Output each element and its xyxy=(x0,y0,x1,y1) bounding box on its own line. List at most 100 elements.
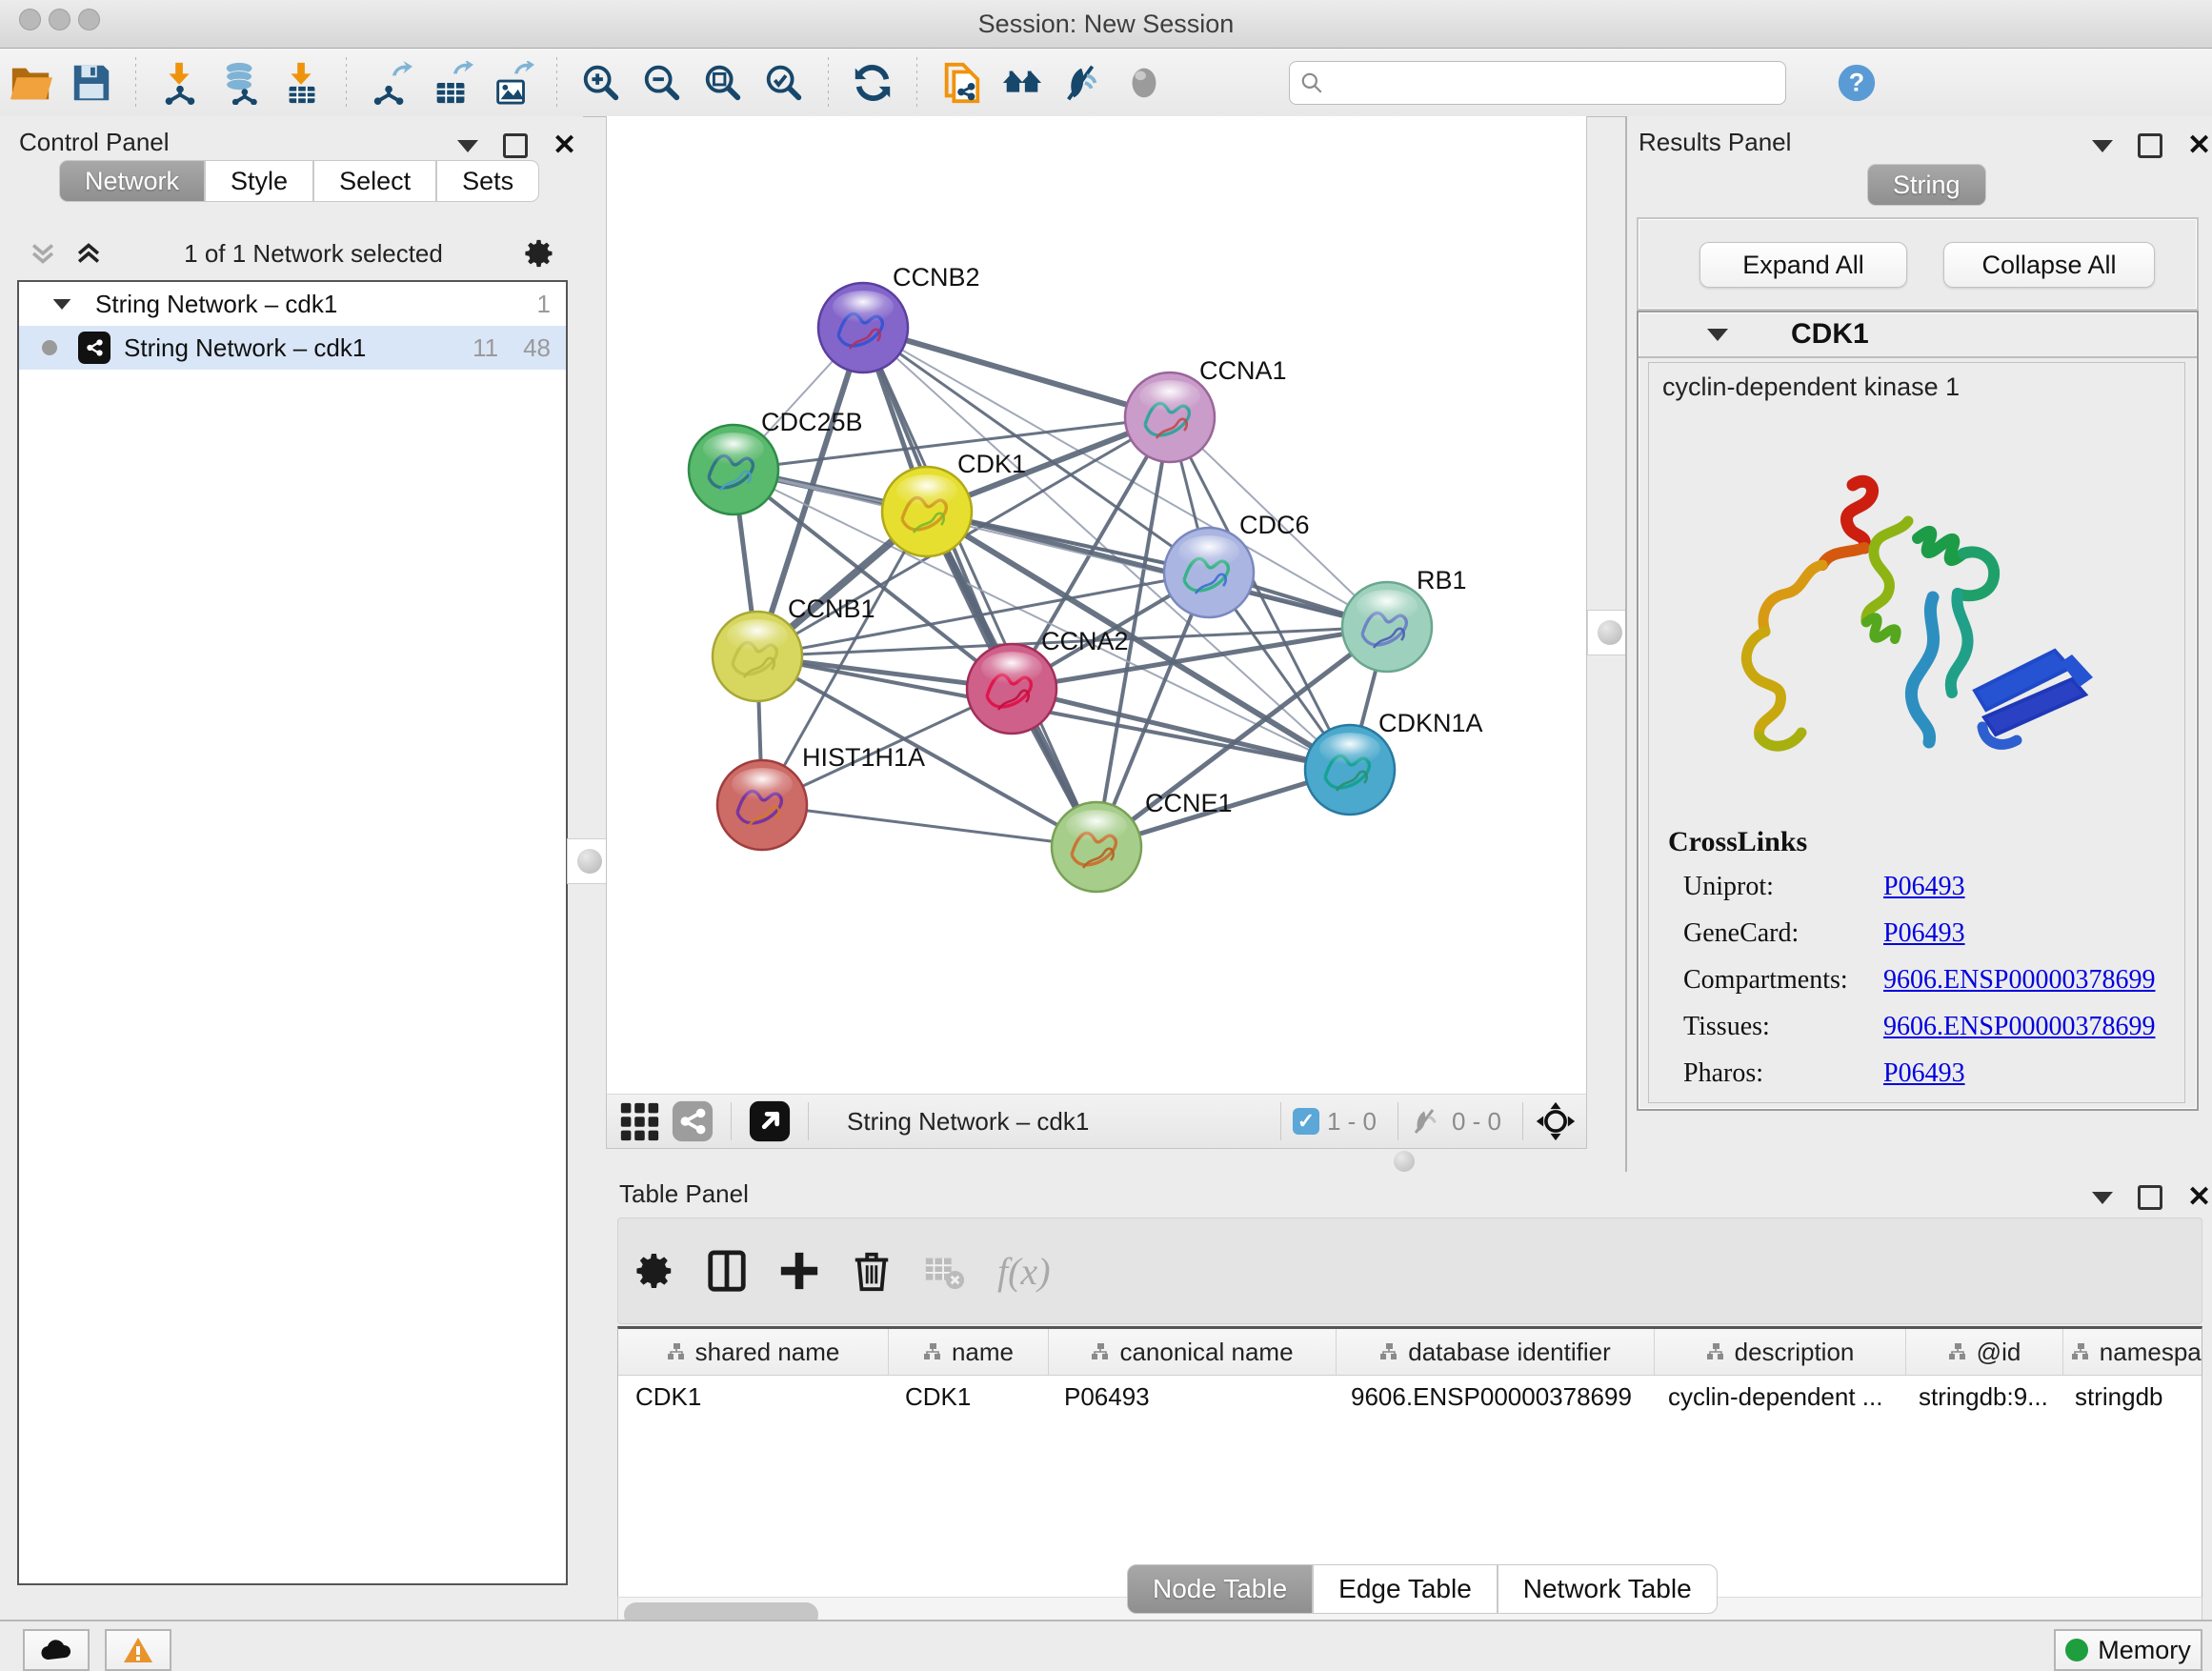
table-cell[interactable]: CDK1 xyxy=(618,1382,888,1412)
network-node-cdc6[interactable] xyxy=(1164,528,1254,617)
control-panel-float-icon[interactable] xyxy=(503,133,528,158)
control-panel-close-icon[interactable]: ✕ xyxy=(553,136,576,155)
results-panel-close-icon[interactable]: ✕ xyxy=(2187,136,2211,155)
network-edge[interactable] xyxy=(863,328,1170,417)
bottom-splitter-handle[interactable] xyxy=(1394,1151,1415,1172)
export-network-icon xyxy=(369,61,412,105)
tab-style[interactable]: Style xyxy=(205,160,313,202)
column-header-shared-name[interactable]: shared name xyxy=(618,1329,889,1375)
network-node-cdc25b[interactable] xyxy=(689,425,778,514)
column-header--id[interactable]: @id xyxy=(1906,1329,2063,1375)
tab-string[interactable]: String xyxy=(1867,164,1986,206)
table-cell[interactable]: cyclin-dependent ... xyxy=(1651,1382,1901,1412)
delete-column-button[interactable] xyxy=(835,1244,908,1298)
tab-edge-table[interactable]: Edge Table xyxy=(1313,1564,1498,1614)
crosslink-link[interactable]: P06493 xyxy=(1883,1058,1965,1089)
collection-expand-icon[interactable] xyxy=(53,298,71,309)
zoom-in-button[interactable] xyxy=(571,56,632,110)
network-graph[interactable]: CCNB2CCNA1CDC25BCDK1CDC6RB1CCNB1CCNA2CDK… xyxy=(607,116,1586,1094)
collection-count: 1 xyxy=(537,290,551,319)
detach-view-button[interactable] xyxy=(743,1095,796,1148)
birdseye-navigator-icon[interactable] xyxy=(1535,1100,1577,1142)
column-header-name[interactable]: name xyxy=(889,1329,1049,1375)
help-button[interactable]: ? xyxy=(1826,56,1887,110)
open-file-button[interactable] xyxy=(0,56,61,110)
results-panel-float-icon[interactable] xyxy=(2138,133,2162,158)
tab-select[interactable]: Select xyxy=(313,160,436,202)
export-network-button[interactable] xyxy=(360,56,421,110)
table-panel-menu-icon[interactable] xyxy=(2092,1192,2113,1204)
network-node-ccna2[interactable] xyxy=(967,644,1056,734)
delete-table-button xyxy=(908,1244,980,1298)
expand-all-button[interactable]: Expand All xyxy=(1699,242,1907,288)
export-image-button[interactable] xyxy=(482,56,543,110)
collapse-all-button[interactable]: Collapse All xyxy=(1943,242,2155,288)
cloud-status-button[interactable] xyxy=(23,1629,90,1671)
column-header-canonical-name[interactable]: canonical name xyxy=(1049,1329,1337,1375)
collapse-all-icon[interactable] xyxy=(27,237,59,270)
show-eye-button[interactable] xyxy=(1114,56,1175,110)
network-node-rb1[interactable] xyxy=(1342,582,1432,672)
expand-all-icon[interactable] xyxy=(72,237,105,270)
warnings-button[interactable] xyxy=(105,1629,171,1671)
crosslink-link[interactable]: P06493 xyxy=(1883,872,1965,902)
network-collection-row[interactable]: String Network – cdk1 1 xyxy=(19,282,566,326)
network-list: String Network – cdk1 1 String Network –… xyxy=(17,280,568,1585)
memory-button[interactable]: Memory xyxy=(2054,1629,2202,1671)
network-edge[interactable] xyxy=(927,512,1387,627)
show-columns-button[interactable] xyxy=(691,1244,763,1298)
table-panel-close-icon[interactable]: ✕ xyxy=(2187,1188,2211,1207)
hide-glasses-button[interactable] xyxy=(1053,56,1114,110)
table-options-button[interactable] xyxy=(618,1244,691,1298)
table-cell[interactable]: CDK1 xyxy=(888,1382,1047,1412)
table-row[interactable]: CDK1CDK1P064939606.ENSP00000378699cyclin… xyxy=(618,1376,2202,1418)
network-node-ccna1[interactable] xyxy=(1125,372,1215,462)
table-cell[interactable]: P06493 xyxy=(1047,1382,1334,1412)
grid-view-button[interactable] xyxy=(613,1095,666,1148)
network-node-hist1h1a[interactable] xyxy=(717,760,807,850)
tab-sets[interactable]: Sets xyxy=(436,160,539,202)
search-input[interactable] xyxy=(1324,69,1747,97)
network-canvas[interactable]: CCNB2CCNA1CDC25BCDK1CDC6RB1CCNB1CCNA2CDK… xyxy=(606,116,1587,1094)
selected-checkbox-icon[interactable]: ✓ xyxy=(1293,1108,1319,1135)
column-header-namespace[interactable]: namespace xyxy=(2063,1329,2202,1375)
column-header-description[interactable]: description xyxy=(1655,1329,1906,1375)
column-header-database-identifier[interactable]: database identifier xyxy=(1337,1329,1655,1375)
zoom-fit-button[interactable] xyxy=(693,56,754,110)
import-table-button[interactable] xyxy=(271,56,332,110)
network-view-toggle-button[interactable] xyxy=(666,1095,719,1148)
table-cell[interactable]: stringdb xyxy=(2058,1382,2202,1412)
export-table-icon xyxy=(430,61,473,105)
clone-network-button[interactable] xyxy=(931,56,992,110)
network-row[interactable]: String Network – cdk1 11 48 xyxy=(19,326,566,370)
zoom-out-button[interactable] xyxy=(632,56,693,110)
zoom-selected-button[interactable] xyxy=(754,56,814,110)
save-session-button[interactable] xyxy=(61,56,122,110)
network-edge[interactable] xyxy=(762,805,1096,847)
network-node-ccne1[interactable] xyxy=(1052,802,1141,892)
tab-network[interactable]: Network xyxy=(59,160,205,202)
add-column-button[interactable] xyxy=(763,1244,835,1298)
table-cell[interactable]: stringdb:9... xyxy=(1901,1382,2058,1412)
results-panel-menu-icon[interactable] xyxy=(2092,140,2113,152)
gene-entry-header[interactable]: CDK1 xyxy=(1639,312,2197,358)
crosslink-link[interactable]: 9606.ENSP00000378699 xyxy=(1883,965,2155,996)
network-node-ccnb2[interactable] xyxy=(818,283,908,372)
home-button[interactable] xyxy=(992,56,1053,110)
tab-network-table[interactable]: Network Table xyxy=(1498,1564,1718,1614)
table-cell[interactable]: 9606.ENSP00000378699 xyxy=(1334,1382,1651,1412)
gene-collapse-icon[interactable] xyxy=(1707,329,1728,341)
crosslink-link[interactable]: 9606.ENSP00000378699 xyxy=(1883,1012,2155,1042)
control-panel-menu-icon[interactable] xyxy=(457,140,478,152)
network-options-gear-icon[interactable] xyxy=(522,236,556,271)
crosslink-link[interactable]: P06493 xyxy=(1883,918,1965,949)
export-table-button[interactable] xyxy=(421,56,482,110)
import-network-button[interactable] xyxy=(150,56,211,110)
table-panel-float-icon[interactable] xyxy=(2138,1185,2162,1210)
tab-node-table[interactable]: Node Table xyxy=(1127,1564,1313,1614)
network-node-ccnb1[interactable] xyxy=(713,612,802,701)
network-node-cdk1[interactable] xyxy=(882,467,972,556)
import-network-from-database-button[interactable] xyxy=(211,56,271,110)
refresh-button[interactable] xyxy=(842,56,903,110)
network-node-cdkn1a[interactable] xyxy=(1305,725,1395,815)
